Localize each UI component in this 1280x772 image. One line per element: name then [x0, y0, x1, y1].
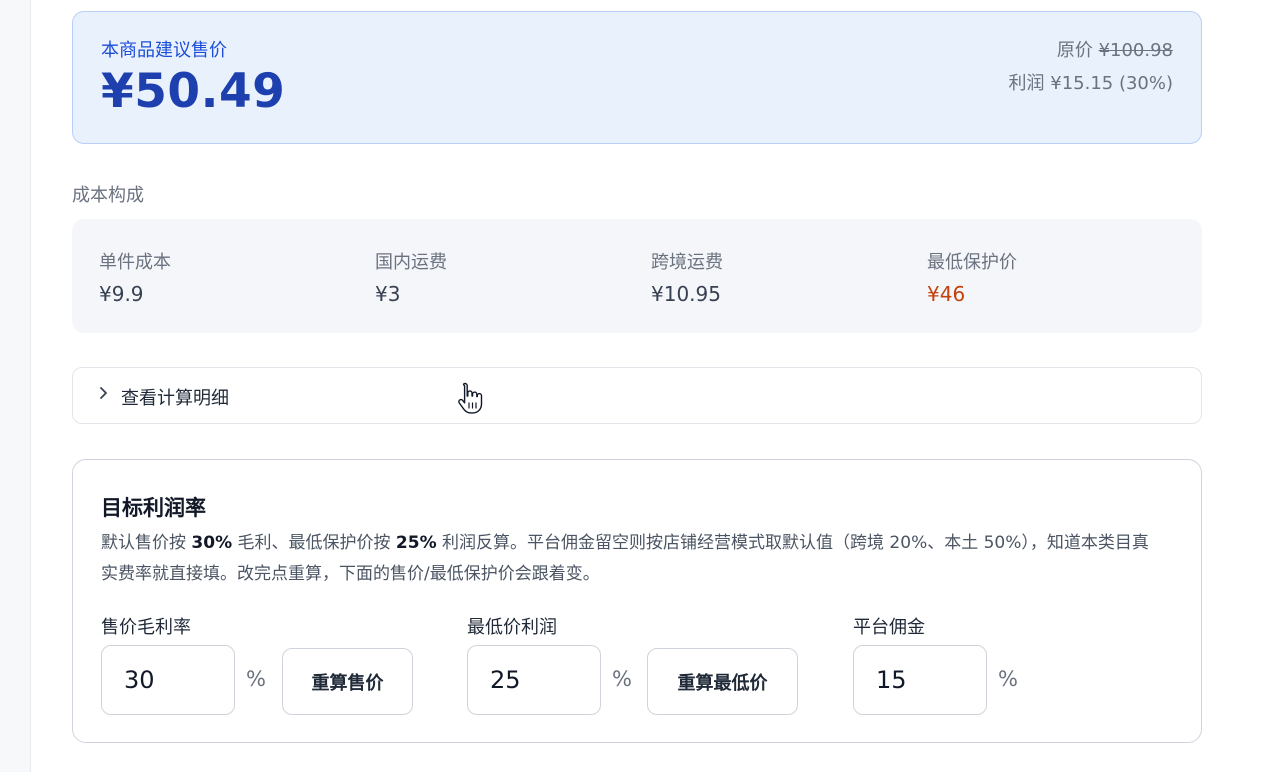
target-margin-title: 目标利润率	[101, 496, 206, 520]
recalc-price-button[interactable]: 重算售价	[282, 648, 413, 715]
cost-item-value: ¥9.9	[99, 282, 144, 306]
cost-breakdown: 单件成本 ¥9.9 国内运费 ¥3 跨境运费 ¥10.95 最低保护价 ¥46	[72, 219, 1202, 333]
gross-margin-unit: %	[246, 667, 266, 691]
cost-item-domestic-shipping: 国内运费 ¥3	[375, 248, 447, 306]
desc-bold-profit: 25%	[395, 533, 437, 553]
cost-item-crossborder-shipping: 跨境运费 ¥10.95	[651, 248, 723, 306]
suggested-price-card: 本商品建议售价 ¥50.49 原价 ¥100.98 利润 ¥15.15 (30%…	[72, 11, 1202, 144]
commission-label: 平台佣金	[853, 617, 925, 638]
left-sidebar-edge	[0, 0, 31, 772]
original-price-line: 原价 ¥100.98	[1009, 36, 1173, 62]
price-summary: 原价 ¥100.98 利润 ¥15.15 (30%)	[1009, 36, 1173, 95]
cost-item-name: 国内运费	[375, 252, 447, 273]
chevron-right-icon	[98, 385, 108, 404]
hand-pointer-cursor-icon	[457, 381, 483, 419]
desc-text: 默认售价按	[101, 533, 192, 553]
profit-line: 利润 ¥15.15 (30%)	[1008, 73, 1173, 94]
gross-margin-input[interactable]	[101, 645, 235, 715]
calc-details-label: 查看计算明细	[121, 388, 229, 409]
cost-item-unit: 单件成本 ¥9.9	[99, 248, 171, 306]
suggested-price-value: ¥50.49	[101, 64, 286, 119]
target-margin-card: 目标利润率 默认售价按 30% 毛利、最低保护价按 25% 利润反算。平台佣金留…	[72, 459, 1202, 743]
min-profit-label: 最低价利润	[467, 617, 557, 638]
commission-input[interactable]	[853, 645, 987, 715]
cost-item-name: 跨境运费	[651, 252, 723, 273]
desc-bold-margin: 30%	[191, 533, 233, 553]
suggested-price-label: 本商品建议售价	[101, 40, 227, 61]
cost-section-title: 成本构成	[72, 185, 144, 206]
cost-item-value: ¥10.95	[651, 282, 721, 306]
recalc-min-price-button[interactable]: 重算最低价	[647, 648, 798, 715]
cost-item-name: 最低保护价	[927, 252, 1017, 273]
calc-details-toggle[interactable]: 查看计算明细	[72, 367, 1202, 424]
min-profit-unit: %	[612, 667, 632, 691]
cost-item-value: ¥3	[375, 282, 401, 306]
min-profit-input[interactable]	[467, 645, 601, 715]
cost-item-min-protect-price: 最低保护价 ¥46	[927, 248, 1017, 306]
target-margin-description: 默认售价按 30% 毛利、最低保护价按 25% 利润反算。平台佣金留空则按店铺经…	[101, 528, 1161, 590]
original-price-value: ¥100.98	[1098, 40, 1173, 61]
cost-item-value: ¥46	[927, 282, 966, 306]
cost-item-name: 单件成本	[99, 252, 171, 273]
commission-unit: %	[998, 667, 1018, 691]
gross-margin-label: 售价毛利率	[101, 617, 191, 638]
desc-text: 毛利、最低保护价按	[232, 533, 396, 553]
original-price-label: 原价	[1056, 40, 1093, 61]
